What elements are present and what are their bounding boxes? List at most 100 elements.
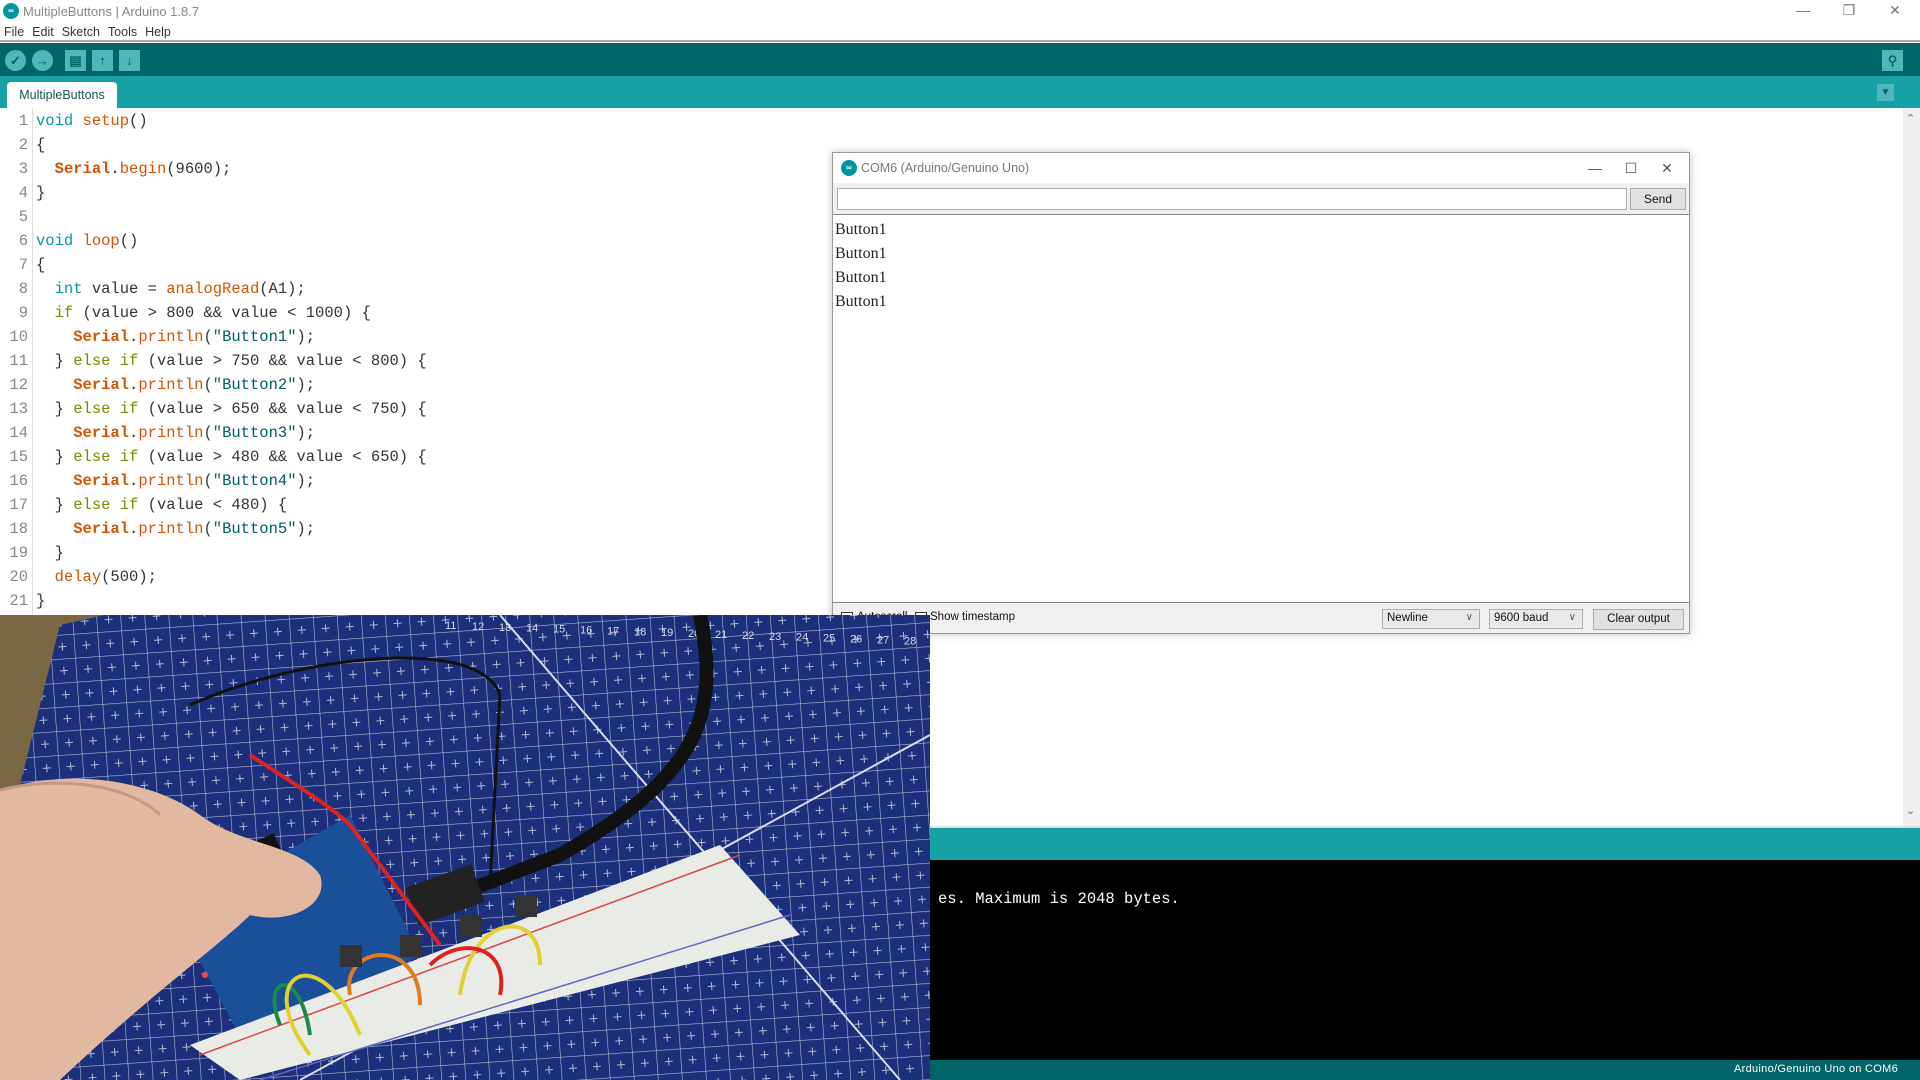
arrow-up-icon: ↑ (99, 53, 106, 68)
code-token: ); (296, 376, 316, 394)
code-line: } (36, 544, 64, 562)
code-token: println (138, 472, 204, 490)
code-token: . (129, 520, 139, 538)
line-number: 16 (9, 472, 28, 490)
title-bar: ∞ MultipleButtons | Arduino 1.8.7 — ❐ ✕ (0, 0, 1920, 22)
code-token: "Button2" (212, 376, 297, 394)
code-line: Serial.println("Button4"); (36, 472, 315, 490)
code-token: } (36, 352, 74, 370)
chevron-down-icon: ∨ (1568, 612, 1576, 623)
tab-menu-button[interactable]: ▼ (1877, 84, 1894, 101)
menu-bar: File Edit Sketch Tools Help (0, 22, 1920, 42)
code-token: println (138, 520, 204, 538)
ruler-number: 14 (526, 623, 538, 635)
code-line: Serial.println("Button5"); (36, 520, 315, 538)
line-number: 5 (18, 208, 28, 226)
code-line: } (36, 592, 45, 610)
ruler-number: 19 (661, 627, 673, 639)
serial-output-line: Button1 (835, 293, 887, 310)
arduino-logo-icon: ∞ (3, 3, 19, 19)
code-token: setup (82, 112, 130, 130)
send-button[interactable]: Send (1630, 188, 1686, 210)
power-led (202, 972, 208, 978)
menu-file[interactable]: File (0, 22, 28, 39)
minimize-button[interactable]: — (1780, 0, 1826, 22)
ruler-number: 13 (499, 622, 511, 634)
menu-edit[interactable]: Edit (28, 22, 58, 39)
save-button[interactable]: ↓ (119, 50, 140, 71)
code-line: void setup() (36, 112, 148, 130)
tab-multiplebuttons[interactable]: MultipleButtons (7, 82, 117, 108)
line-number: 6 (18, 232, 28, 250)
scroll-down-icon[interactable]: ⌄ (1906, 804, 1915, 817)
new-sketch-button[interactable]: ▤ (65, 50, 86, 71)
baud-rate-select[interactable]: 9600 baud ∨ (1489, 609, 1583, 629)
serial-maximize-button[interactable]: ☐ (1611, 157, 1651, 179)
line-number: 12 (9, 376, 28, 394)
ruler-number: 18 (634, 626, 646, 638)
line-number: 20 (9, 568, 28, 586)
clear-output-button[interactable]: Clear output (1593, 609, 1684, 630)
menu-help[interactable]: Help (141, 22, 175, 39)
line-number: 2 (18, 136, 28, 154)
line-number: 7 (18, 256, 28, 274)
code-token: void (36, 232, 74, 250)
line-ending-select[interactable]: Newline ∨ (1382, 609, 1480, 629)
code-token: ); (296, 520, 316, 538)
serial-input[interactable] (837, 188, 1627, 210)
serial-output[interactable]: Button1 Button1 Button1 Button1 (833, 214, 1689, 603)
serial-output-line: Button1 (835, 245, 887, 262)
line-number: 14 (9, 424, 28, 442)
vertical-scrollbar[interactable]: ⌃ ⌄ (1903, 108, 1920, 826)
push-button (515, 895, 537, 917)
verify-button[interactable]: ✓ (5, 50, 26, 71)
code-token: println (138, 424, 204, 442)
triangle-down-icon: ▼ (1880, 87, 1891, 98)
code-line: } else if (value > 480 && value < 650) { (36, 448, 427, 466)
new-file-icon: ▤ (69, 53, 82, 68)
open-button[interactable]: ↑ (92, 50, 113, 71)
ruler-number: 21 (715, 629, 727, 641)
code-token: else (73, 448, 111, 466)
arrow-right-icon: → (36, 53, 49, 68)
ruler-number: 11 (445, 620, 456, 632)
menu-tools[interactable]: Tools (104, 22, 141, 39)
code-token: } (36, 496, 74, 514)
code-token: delay (54, 568, 102, 586)
code-line: { (36, 256, 45, 274)
close-button[interactable]: ✕ (1872, 0, 1918, 22)
restore-button[interactable]: ❐ (1826, 0, 1872, 22)
code-token: } (36, 400, 74, 418)
menu-sketch[interactable]: Sketch (58, 22, 104, 39)
code-line: } (36, 184, 45, 202)
serial-close-button[interactable]: ✕ (1647, 157, 1687, 179)
code-line: Serial.begin(9600); (36, 160, 232, 178)
serial-monitor-button[interactable]: ⚲ (1882, 50, 1903, 71)
code-token: . (129, 328, 139, 346)
code-token: () (129, 112, 148, 130)
code-line: } else if (value > 650 && value < 750) { (36, 400, 427, 418)
code-token: println (138, 328, 204, 346)
code-token: ); (296, 472, 316, 490)
code-token: ( (203, 376, 213, 394)
serial-minimize-button[interactable]: — (1575, 157, 1615, 179)
code-token: (500); (101, 568, 157, 586)
code-token: } (36, 544, 64, 562)
checkmark-icon: ✓ (10, 53, 21, 68)
code-token: "Button4" (212, 472, 297, 490)
line-ending-value: Newline (1387, 612, 1428, 624)
upload-button[interactable]: → (32, 50, 53, 71)
code-token: (value < 480) { (138, 496, 288, 514)
code-token: (value > 800 && value < 1000) { (73, 304, 371, 322)
line-number: 9 (18, 304, 28, 322)
ruler-number: 27 (877, 634, 889, 646)
code-token: begin (119, 160, 167, 178)
ruler-number: 16 (580, 625, 592, 637)
ruler-number: 12 (472, 621, 484, 633)
code-token: . (110, 160, 120, 178)
scroll-up-icon[interactable]: ⌃ (1906, 112, 1915, 125)
